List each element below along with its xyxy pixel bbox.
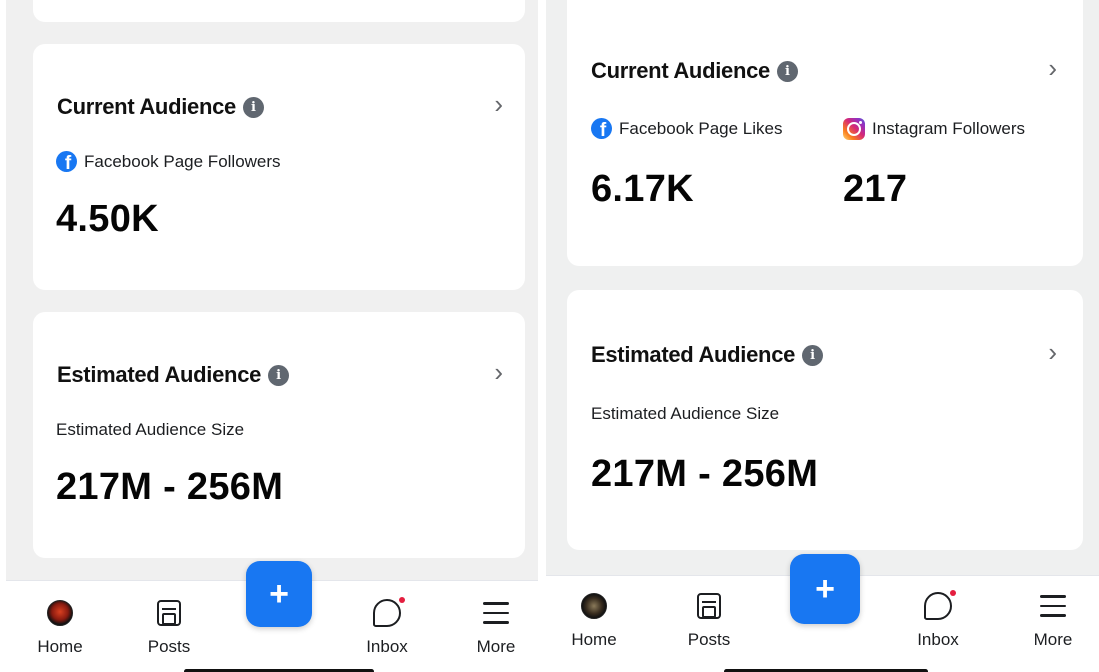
hamburger-menu-icon	[1040, 595, 1066, 617]
estimated-audience-size-label: Estimated Audience Size	[591, 404, 780, 423]
tab-label: Inbox	[917, 630, 959, 649]
metric-label: Instagram Followers	[843, 118, 1025, 140]
tab-home[interactable]: Home	[554, 590, 634, 650]
tab-more[interactable]: More	[456, 597, 536, 657]
metric-label-text: Instagram Followers	[872, 119, 1026, 138]
avatar-icon	[581, 593, 607, 619]
tab-label: Inbox	[366, 637, 408, 656]
facebook-icon: f	[56, 151, 77, 172]
tab-label: More	[476, 637, 516, 656]
tab-home[interactable]: Home	[20, 597, 100, 657]
previous-card	[33, 0, 525, 22]
tab-label: Home	[571, 630, 617, 649]
tab-label: More	[1033, 630, 1073, 649]
posts-icon	[697, 593, 721, 619]
right-screen: Current Audience i › f Facebook Page Lik…	[546, 0, 1099, 672]
tab-posts[interactable]: Posts	[129, 597, 209, 657]
metric-label-text: Facebook Page Followers	[84, 151, 281, 171]
notification-dot	[950, 590, 956, 596]
metric-label: f Facebook Page Likes	[591, 118, 783, 139]
tab-label: Posts	[687, 630, 731, 649]
chat-bubble-icon	[924, 590, 956, 620]
estimated-audience-size-value: 217M - 256M	[56, 466, 284, 508]
chevron-right-icon[interactable]: ›	[1048, 339, 1057, 365]
create-button[interactable]: +	[790, 554, 860, 624]
metric-value: 217	[843, 168, 908, 210]
card-title: Current Audience	[57, 94, 236, 119]
tab-posts[interactable]: Posts	[669, 590, 749, 650]
estimated-audience-card[interactable]: Estimated Audience i › Estimated Audienc…	[567, 290, 1083, 550]
metric-value: 6.17K	[591, 168, 694, 210]
estimated-audience-card[interactable]: Estimated Audience i › Estimated Audienc…	[33, 312, 525, 558]
estimated-audience-size-value: 217M - 256M	[591, 453, 819, 495]
instagram-icon	[843, 118, 865, 140]
chevron-right-icon[interactable]: ›	[1048, 55, 1057, 81]
info-icon[interactable]: i	[242, 96, 264, 118]
tab-inbox[interactable]: Inbox	[898, 590, 978, 650]
current-audience-card[interactable]: Current Audience i › f Facebook Page Lik…	[567, 0, 1083, 266]
info-icon[interactable]: i	[776, 60, 798, 82]
chat-bubble-icon	[373, 597, 405, 627]
notification-dot	[399, 597, 405, 603]
tab-label: Posts	[147, 637, 191, 656]
create-button[interactable]: +	[246, 561, 312, 627]
card-title: Current Audience	[591, 58, 770, 83]
tab-label: Home	[37, 637, 83, 656]
metric-label-text: Facebook Page Likes	[619, 118, 783, 138]
tab-inbox[interactable]: Inbox	[347, 597, 427, 657]
info-icon[interactable]: i	[802, 344, 824, 366]
estimated-audience-size-label: Estimated Audience Size	[56, 420, 245, 439]
metric-label: f Facebook Page Followers	[56, 151, 281, 172]
chevron-right-icon[interactable]: ›	[494, 91, 503, 117]
card-title: Estimated Audience	[591, 342, 796, 367]
metric-value: 4.50K	[56, 198, 159, 240]
tab-more[interactable]: More	[1013, 590, 1093, 650]
facebook-icon: f	[591, 118, 612, 139]
current-audience-card[interactable]: Current Audience i › f Facebook Page Fol…	[33, 44, 525, 290]
avatar-icon	[47, 600, 73, 626]
hamburger-menu-icon	[483, 602, 509, 624]
info-icon[interactable]: i	[268, 364, 290, 386]
left-screen: Current Audience i › f Facebook Page Fol…	[6, 0, 538, 672]
posts-icon	[157, 600, 181, 626]
card-title: Estimated Audience	[57, 362, 262, 387]
chevron-right-icon[interactable]: ›	[494, 359, 503, 385]
